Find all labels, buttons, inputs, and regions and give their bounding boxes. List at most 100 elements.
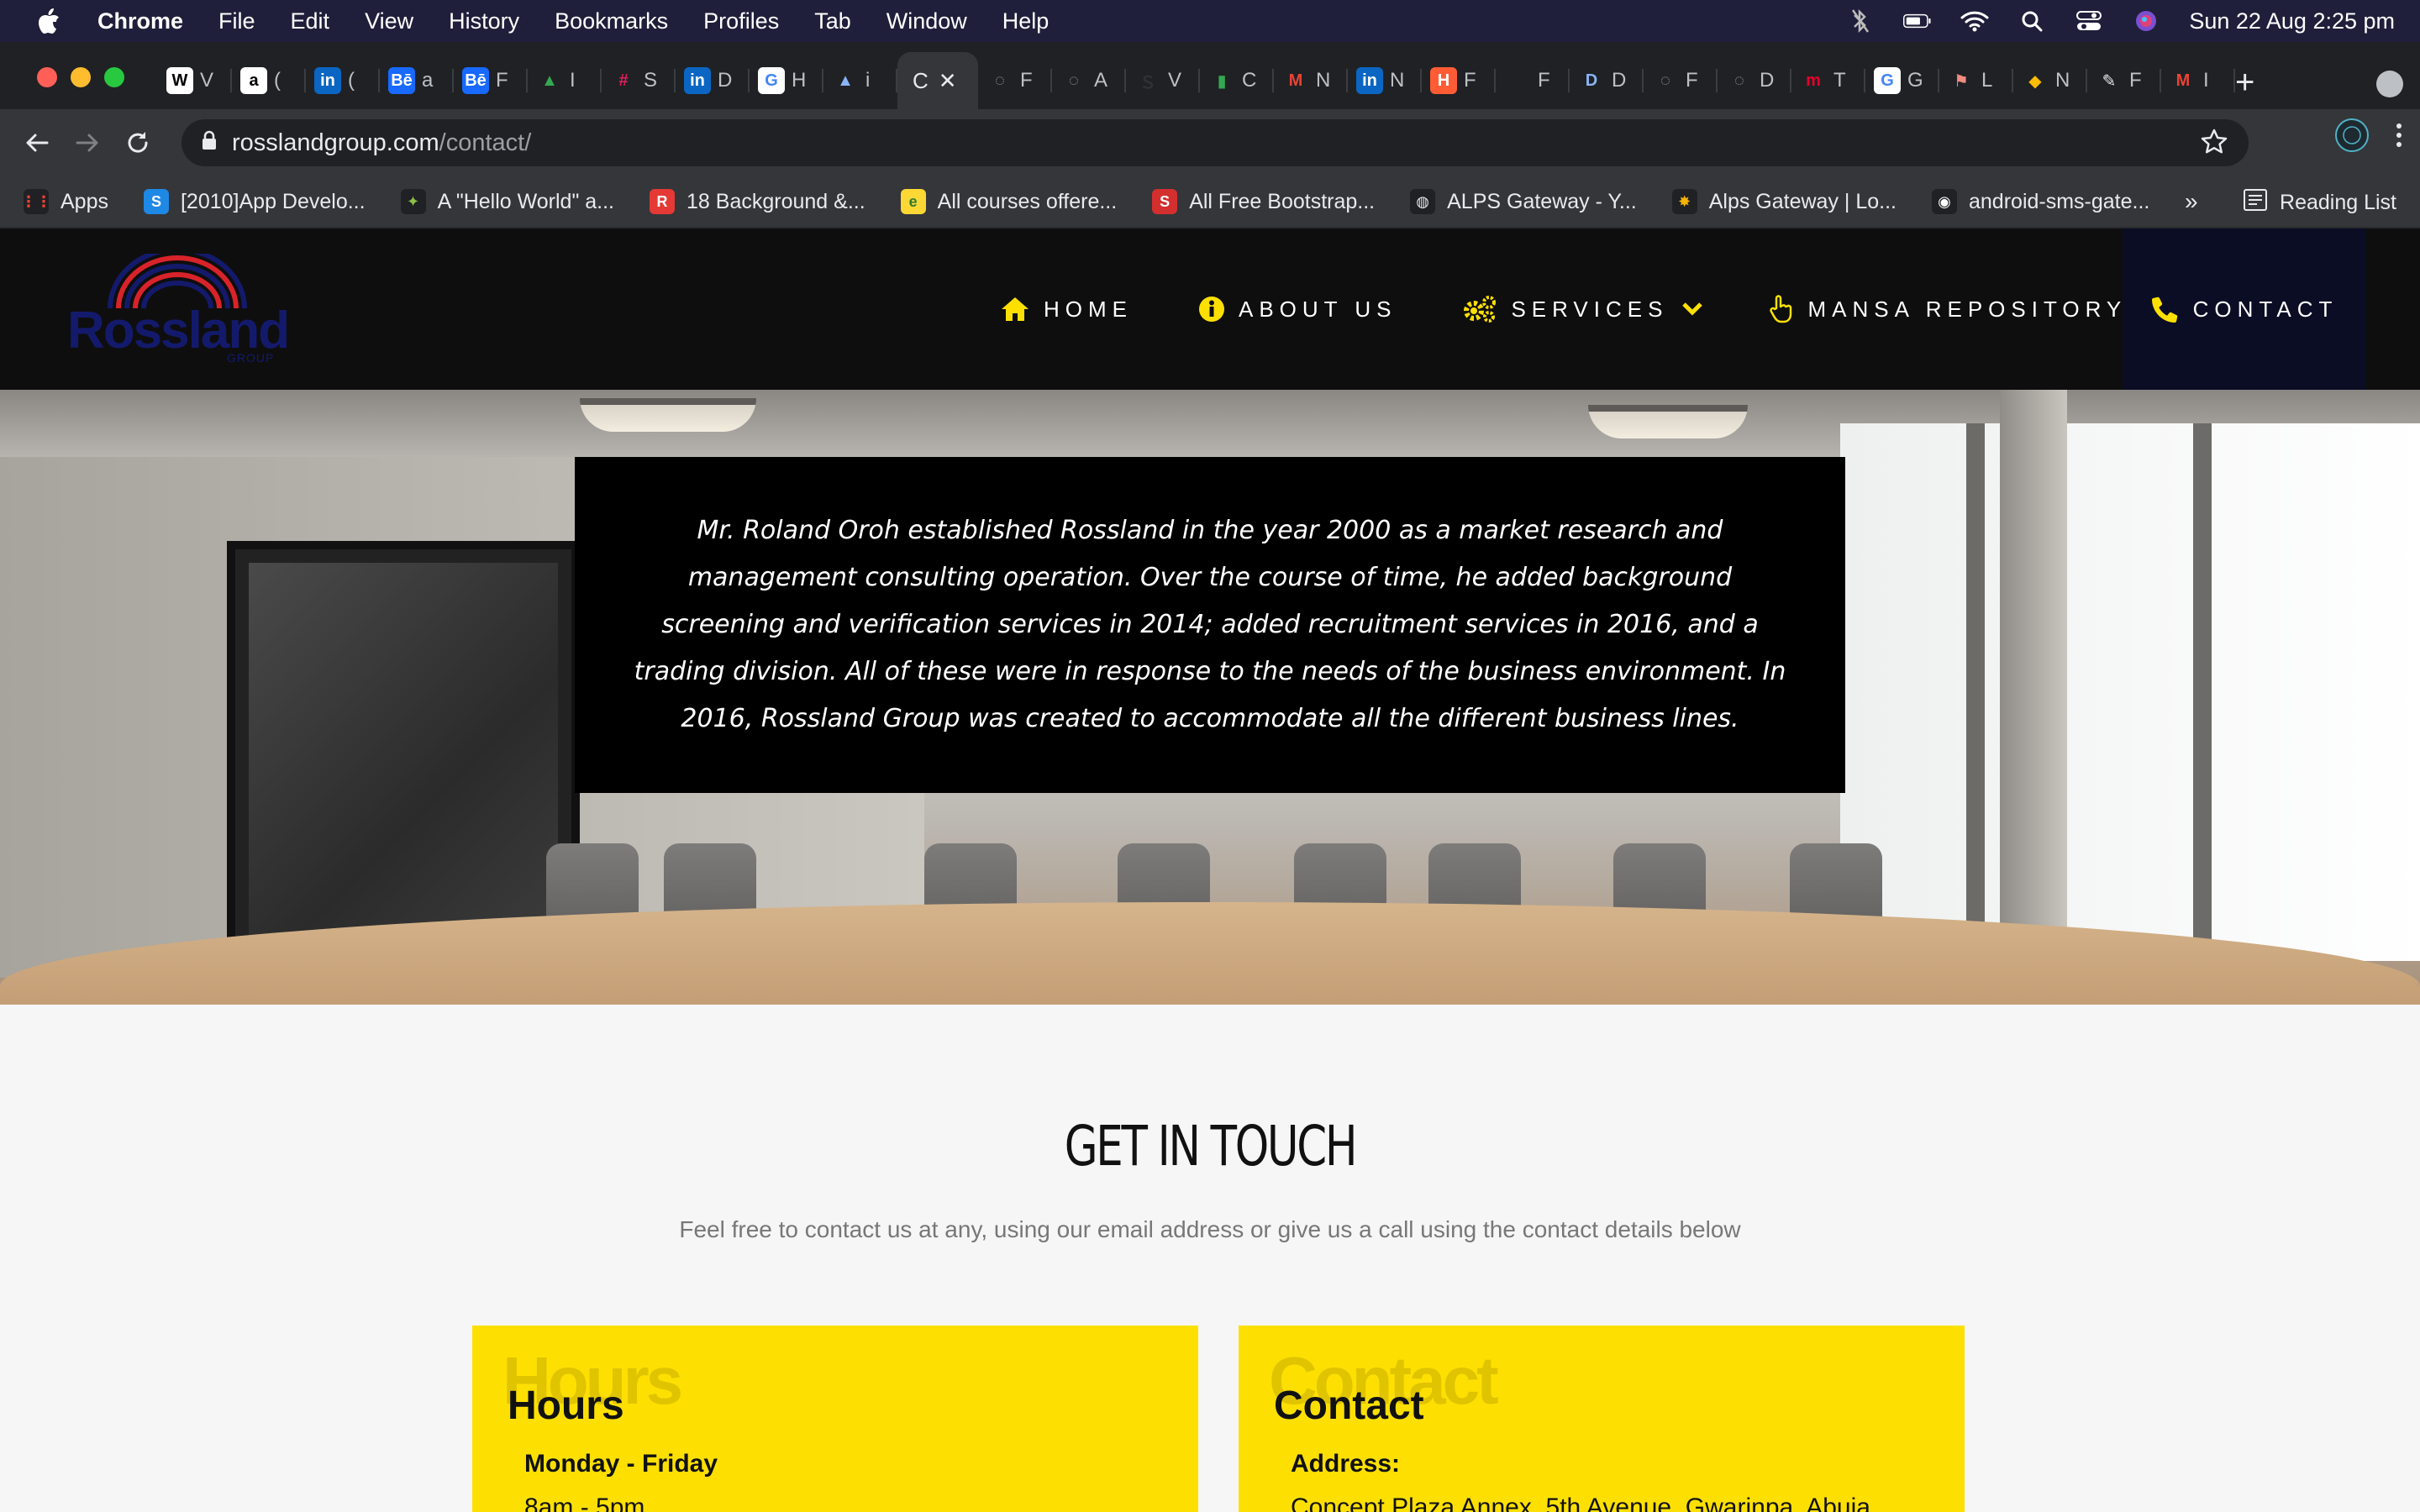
nav-services[interactable]: SERVICES [1462, 295, 1703, 323]
chrome-menu-icon[interactable] [2395, 122, 2403, 153]
spotlight-search-icon[interactable] [2018, 8, 2046, 34]
get-in-touch-section: GET IN TOUCH Feel free to contact us at … [0, 1005, 2420, 1512]
tab-favicon-icon: # [610, 67, 637, 94]
tab-title: N [1390, 69, 1405, 92]
browser-tab[interactable]: ▲ i [823, 52, 897, 109]
browser-tab[interactable]: Bē F [454, 52, 528, 109]
browser-tab[interactable]: # S [602, 52, 676, 109]
menu-profiles[interactable]: Profiles [703, 8, 779, 34]
hours-card: Hours Hours Monday - Friday 8am - 5pm [472, 1326, 1198, 1512]
contact-card: Contact Contact Address: Concept Plaza A… [1239, 1326, 1965, 1512]
tab-title: I [2203, 69, 2209, 92]
back-button[interactable] [12, 118, 62, 168]
lock-icon[interactable] [202, 129, 217, 157]
logo-subtitle: GROUP [227, 351, 275, 365]
browser-tab[interactable]: in N [1348, 52, 1422, 109]
bookmark-item[interactable]: ⋮⋮ Apps [21, 189, 108, 214]
browser-tab[interactable]: ◌ A [1052, 52, 1126, 109]
menu-bookmarks[interactable]: Bookmarks [555, 8, 668, 34]
close-window-button[interactable] [37, 67, 57, 87]
profile-avatar-icon[interactable] [2334, 118, 2370, 157]
hours-title: Hours [508, 1383, 624, 1428]
new-tab-button[interactable]: + [2235, 66, 2254, 99]
menu-help[interactable]: Help [1002, 8, 1050, 34]
bookmark-item[interactable]: ◍ ALPS Gateway - Y... [1410, 189, 1637, 214]
reading-list-button[interactable]: Reading List [2243, 188, 2396, 218]
browser-tab[interactable]: ▲ I [528, 52, 602, 109]
bookmark-item[interactable]: ✸ Alps Gateway | Lo... [1671, 189, 1897, 214]
bookmark-favicon-icon: ✸ [1671, 189, 1697, 214]
browser-tab[interactable]: HF [1422, 52, 1496, 109]
browser-tab[interactable]: Bē a [380, 52, 454, 109]
close-tab-icon[interactable]: ✕ [939, 68, 957, 94]
menubar-clock[interactable]: Sun 22 Aug 2:25 pm [2189, 8, 2395, 34]
tab-title: F [1538, 69, 1550, 92]
bookmark-item[interactable]: ✦ A "Hello World" a... [400, 189, 614, 214]
minimize-window-button[interactable] [71, 67, 91, 87]
bookmark-item[interactable]: S All Free Bootstrap... [1152, 189, 1375, 214]
tab-favicon-icon: ⚑ [1948, 67, 1975, 94]
bookmark-star-icon[interactable] [2200, 128, 2228, 163]
bookmark-item[interactable]: e All courses offere... [900, 189, 1117, 214]
nav-about-us[interactable]: ABOUT US [1198, 296, 1397, 323]
forward-button[interactable] [62, 118, 113, 168]
wifi-icon[interactable] [1960, 8, 1989, 34]
active-browser-tab[interactable]: C ✕ [897, 52, 978, 109]
ceiling-lamp [1588, 405, 1748, 438]
bookmark-item[interactable]: ◉ android-sms-gate... [1932, 189, 2149, 214]
battery-icon[interactable] [1903, 8, 1932, 34]
nav-home[interactable]: HOME [1000, 296, 1133, 323]
browser-tab[interactable]: WV [158, 52, 232, 109]
apple-menu-icon[interactable] [34, 6, 64, 36]
browser-tab[interactable]: mT [1791, 52, 1865, 109]
menu-history[interactable]: History [449, 8, 519, 34]
section-title: GET IN TOUCH [1064, 1114, 1358, 1179]
browser-tab[interactable]: ▮ C [1200, 52, 1274, 109]
bookmarks-overflow-button[interactable]: » [2185, 188, 2198, 215]
siri-icon[interactable] [2132, 8, 2160, 34]
browser-tab[interactable]: ⚑ L [1939, 52, 2013, 109]
browser-tab[interactable]: GH [750, 52, 823, 109]
menu-tab[interactable]: Tab [814, 8, 851, 34]
tab-title: D [718, 69, 733, 92]
browser-tab[interactable]: F [1496, 52, 1570, 109]
menu-view[interactable]: View [365, 8, 413, 34]
browser-tab[interactable]: ◆ N [2013, 52, 2087, 109]
bookmark-item[interactable]: S [2010]App Develo... [143, 189, 366, 214]
hours-time: 8am - 5pm [524, 1494, 645, 1512]
browser-tab[interactable]: ◌ F [1644, 52, 1718, 109]
bluetooth-off-icon[interactable] [1846, 8, 1875, 34]
browser-tab[interactable]: MN [1274, 52, 1348, 109]
browser-tab[interactable]: in D [676, 52, 750, 109]
tab-favicon-icon: m [1800, 67, 1827, 94]
control-center-icon[interactable] [2075, 8, 2103, 34]
bookmark-item[interactable]: R 18 Background &... [650, 189, 865, 214]
browser-tab[interactable]: ◌ F [978, 52, 1052, 109]
reload-button[interactable] [113, 118, 163, 168]
browser-tab[interactable]: GG [1865, 52, 1939, 109]
tab-favicon-icon: M [2170, 67, 2196, 94]
menu-file[interactable]: File [218, 8, 255, 34]
browser-tab[interactable]: ✎ F [2087, 52, 2161, 109]
zoom-window-button[interactable] [104, 67, 124, 87]
info-icon [1199, 297, 1224, 322]
browser-tab[interactable]: a( [232, 52, 306, 109]
menu-window[interactable]: Window [886, 8, 967, 34]
tab-title: D [1760, 69, 1775, 92]
browser-tab[interactable]: in ( [306, 52, 380, 109]
menu-edit[interactable]: Edit [291, 8, 330, 34]
tab-favicon-icon: Ｓ [1134, 67, 1161, 94]
tab-search-button[interactable] [2376, 71, 2403, 97]
nav-contact[interactable]: CONTACT [2123, 228, 2366, 390]
contact-title: Contact [1274, 1383, 1424, 1428]
window-controls [37, 67, 124, 87]
address-value: Concept Plaza Annex, 5th Avenue, Gwarinp… [1291, 1494, 1870, 1512]
address-bar[interactable]: rosslandgroup.com/contact/ [182, 119, 2249, 166]
browser-tab[interactable]: ◌ D [1718, 52, 1791, 109]
browser-tab[interactable]: ＳV [1126, 52, 1200, 109]
bookmark-label: android-sms-gate... [1969, 189, 2150, 213]
menu-app-name[interactable]: Chrome [97, 8, 183, 34]
nav-mansa-repository[interactable]: MANSA REPOSITORY [1769, 295, 2127, 323]
browser-tab[interactable]: DD [1570, 52, 1644, 109]
browser-tab[interactable]: MI [2161, 52, 2235, 109]
